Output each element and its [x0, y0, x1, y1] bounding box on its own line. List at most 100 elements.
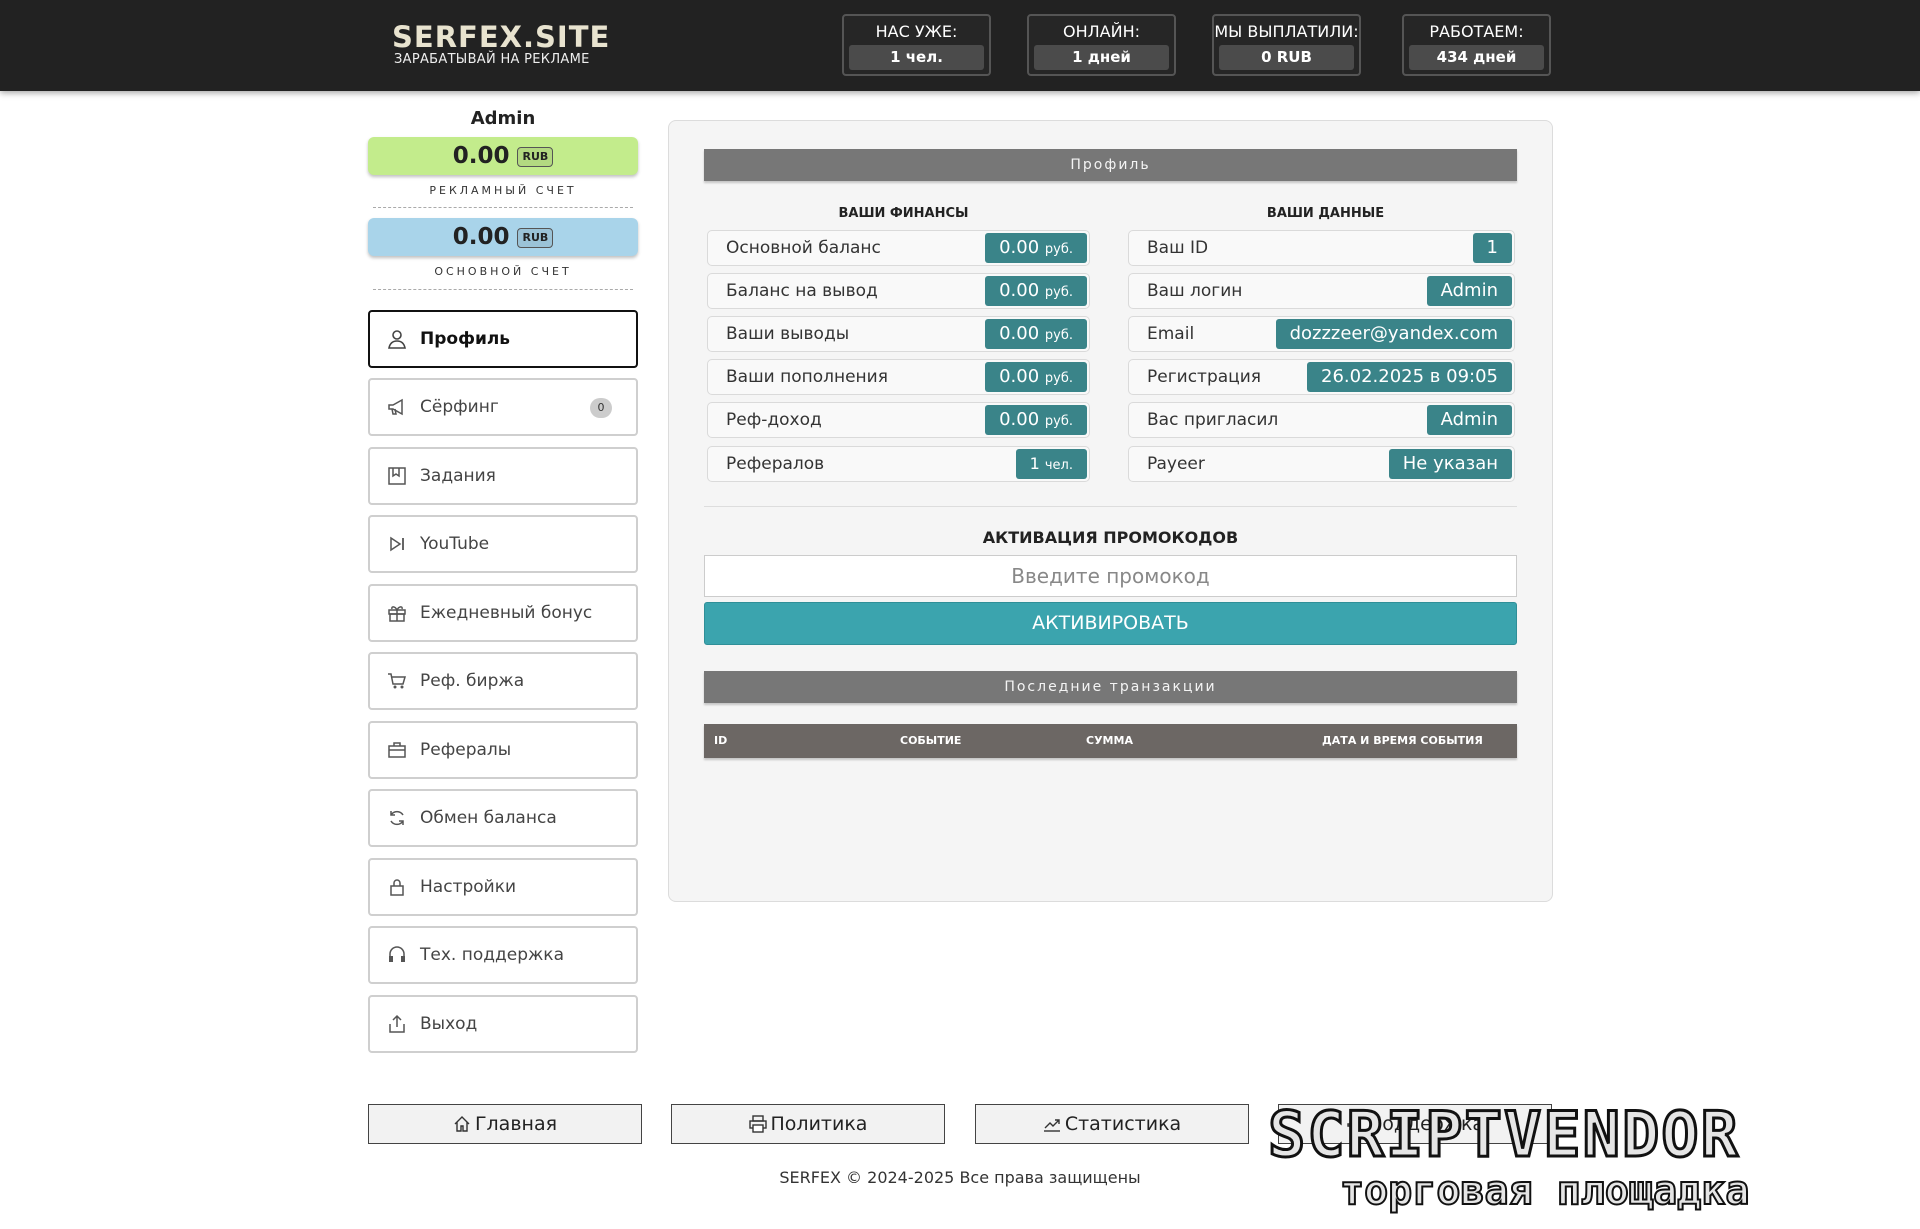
sidebar-item-label: Профиль — [420, 329, 511, 349]
footer-button-label: Статистика — [1064, 1113, 1182, 1135]
sidebar-item-tasks[interactable]: Задания — [368, 447, 638, 505]
transactions-section-header: Последние транзакции — [704, 671, 1517, 703]
row-value: 1 чел. — [1015, 449, 1087, 479]
row-value: Admin — [1426, 405, 1512, 435]
stat-paid: МЫ ВЫПЛАТИЛИ: 0 RUB — [1212, 14, 1361, 76]
profile-panel: Профиль ВАШИ ФИНАНСЫ ВАШИ ДАННЫЕ Основно… — [668, 120, 1553, 902]
briefcase-icon — [386, 739, 408, 761]
row-label: Реф-доход — [726, 410, 822, 430]
logo-subtitle: ЗАРАБАТЫВАЙ НА РЕКЛАМЕ — [394, 52, 590, 67]
gift-icon — [386, 602, 408, 624]
footer-statistics-button[interactable]: Статистика — [975, 1104, 1249, 1144]
row-label: Баланс на вывод — [726, 281, 878, 301]
row-value: Admin — [1426, 276, 1512, 306]
ad-balance-box[interactable]: 0.00 RUB — [368, 137, 638, 175]
sidebar-item-youtube[interactable]: YouTube — [368, 515, 638, 573]
row-value: Не указан — [1388, 449, 1512, 479]
row-label: Рефералов — [726, 454, 825, 474]
sidebar-item-label: Выход — [420, 1014, 478, 1034]
username: Admin — [470, 108, 536, 129]
sidebar-item-label: Рефералы — [420, 740, 512, 760]
column-header-id: ID — [714, 734, 728, 747]
column-header-event: СОБЫТИЕ — [900, 734, 962, 747]
finance-row-main-balance: Основной баланс 0.00 руб. — [707, 230, 1090, 266]
data-row-id: Ваш ID 1 — [1128, 230, 1515, 266]
scriptvendor-watermark: SCRIPTVENDOR торговая площадка — [1267, 1098, 1898, 1220]
row-value: 0.00 руб. — [985, 233, 1087, 263]
sidebar-item-label: Настройки — [420, 877, 517, 897]
count-badge: 0 — [590, 398, 612, 418]
megaphone-icon — [386, 396, 408, 418]
divider — [373, 207, 633, 208]
stat-value: 0 RUB — [1219, 45, 1354, 70]
user-icon — [386, 328, 408, 350]
stat-label: РАБОТАЕМ: — [1429, 22, 1524, 41]
footer-policy-button[interactable]: Политика — [671, 1104, 945, 1144]
stat-value: 1 дней — [1034, 45, 1169, 70]
data-row-payeer: Payeer Не указан — [1128, 446, 1515, 482]
sidebar-item-referrals[interactable]: Рефералы — [368, 721, 638, 779]
ad-balance-amount: 0.00 — [452, 143, 510, 169]
finance-row-deposits: Ваши пополнения 0.00 руб. — [707, 359, 1090, 395]
row-label: Payeer — [1147, 454, 1205, 474]
top-header: SERFEX.SITE ЗАРАБАТЫВАЙ НА РЕКЛАМЕ НАС У… — [0, 0, 1920, 91]
finance-row-withdrawals: Ваши выводы 0.00 руб. — [707, 316, 1090, 352]
column-header-amount: СУММА — [1086, 734, 1133, 747]
sidebar-item-support[interactable]: Тех. поддержка — [368, 926, 638, 984]
promo-code-input[interactable] — [704, 555, 1517, 597]
home-icon — [453, 1115, 471, 1133]
chart-line-icon — [1043, 1115, 1061, 1133]
sidebar-item-logout[interactable]: Выход — [368, 995, 638, 1053]
currency-badge: RUB — [517, 228, 554, 248]
lock-icon — [386, 876, 408, 898]
divider — [704, 506, 1517, 507]
footer-button-label: Политика — [770, 1113, 868, 1135]
footer-home-button[interactable]: Главная — [368, 1104, 642, 1144]
row-label: Email — [1147, 324, 1195, 344]
transactions-table-header: ID СОБЫТИЕ СУММА ДАТА И ВРЕМЯ СОБЫТИЯ — [704, 724, 1517, 758]
bookmark-icon — [386, 465, 408, 487]
row-value: 0.00 руб. — [985, 362, 1087, 392]
row-value: 0.00 руб. — [985, 276, 1087, 306]
stat-label: МЫ ВЫПЛАТИЛИ: — [1214, 22, 1359, 41]
row-label: Ваши пополнения — [726, 367, 888, 387]
row-value: dozzzeer@yandex.com — [1275, 319, 1512, 349]
stat-label: НАС УЖЕ: — [875, 22, 958, 41]
main-balance-box[interactable]: 0.00 RUB — [368, 218, 638, 256]
data-row-invited-by: Вас пригласил Admin — [1128, 402, 1515, 438]
sidebar-item-surfing[interactable]: Сёрфинг 0 — [368, 378, 638, 436]
sidebar-item-profile[interactable]: Профиль — [368, 310, 638, 368]
watermark-subtitle: торговая площадка — [1339, 1167, 1750, 1215]
sidebar-item-label: Реф. биржа — [420, 671, 525, 691]
stat-working-days: РАБОТАЕМ: 434 дней — [1402, 14, 1551, 76]
stat-label: ОНЛАЙН: — [1063, 22, 1140, 41]
sidebar-item-settings[interactable]: Настройки — [368, 858, 638, 916]
stat-online: ОНЛАЙН: 1 дней — [1027, 14, 1176, 76]
row-value: 0.00 руб. — [985, 405, 1087, 435]
main-balance-label: ОСНОВНОЙ СЧЕТ — [434, 265, 572, 278]
activate-promo-button[interactable]: АКТИВИРОВАТЬ — [704, 602, 1517, 645]
finance-row-ref-income: Реф-доход 0.00 руб. — [707, 402, 1090, 438]
sidebar-item-daily-bonus[interactable]: Ежедневный бонус — [368, 584, 638, 642]
profile-section-header: Профиль — [704, 149, 1517, 181]
printer-icon — [748, 1115, 767, 1133]
sidebar-item-balance-exchange[interactable]: Обмен баланса — [368, 789, 638, 847]
row-label: Ваш логин — [1147, 281, 1243, 301]
finance-row-referrals: Рефералов 1 чел. — [707, 446, 1090, 482]
sidebar-item-label: Сёрфинг — [420, 397, 499, 417]
finances-title: ВАШИ ФИНАНСЫ — [838, 206, 969, 221]
row-label: Вас пригласил — [1147, 410, 1279, 430]
site-logo[interactable]: SERFEX.SITE ЗАРАБАТЫВАЙ НА РЕКЛАМЕ — [392, 22, 610, 68]
data-row-login: Ваш логин Admin — [1128, 273, 1515, 309]
row-value: 26.02.2025 в 09:05 — [1307, 362, 1512, 392]
ad-balance-label: РЕКЛАМНЫЙ СЧЕТ — [429, 184, 577, 197]
sidebar-item-label: Задания — [420, 466, 496, 486]
row-label: Ваш ID — [1147, 238, 1209, 258]
sidebar-item-ref-exchange[interactable]: Реф. биржа — [368, 652, 638, 710]
footer-button-label: Главная — [474, 1113, 558, 1135]
stat-users: НАС УЖЕ: 1 чел. — [842, 14, 991, 76]
finance-row-withdraw-balance: Баланс на вывод 0.00 руб. — [707, 273, 1090, 309]
stat-value: 1 чел. — [849, 45, 984, 70]
sidebar-item-label: Тех. поддержка — [420, 945, 564, 965]
user-data-title: ВАШИ ДАННЫЕ — [1266, 206, 1385, 221]
